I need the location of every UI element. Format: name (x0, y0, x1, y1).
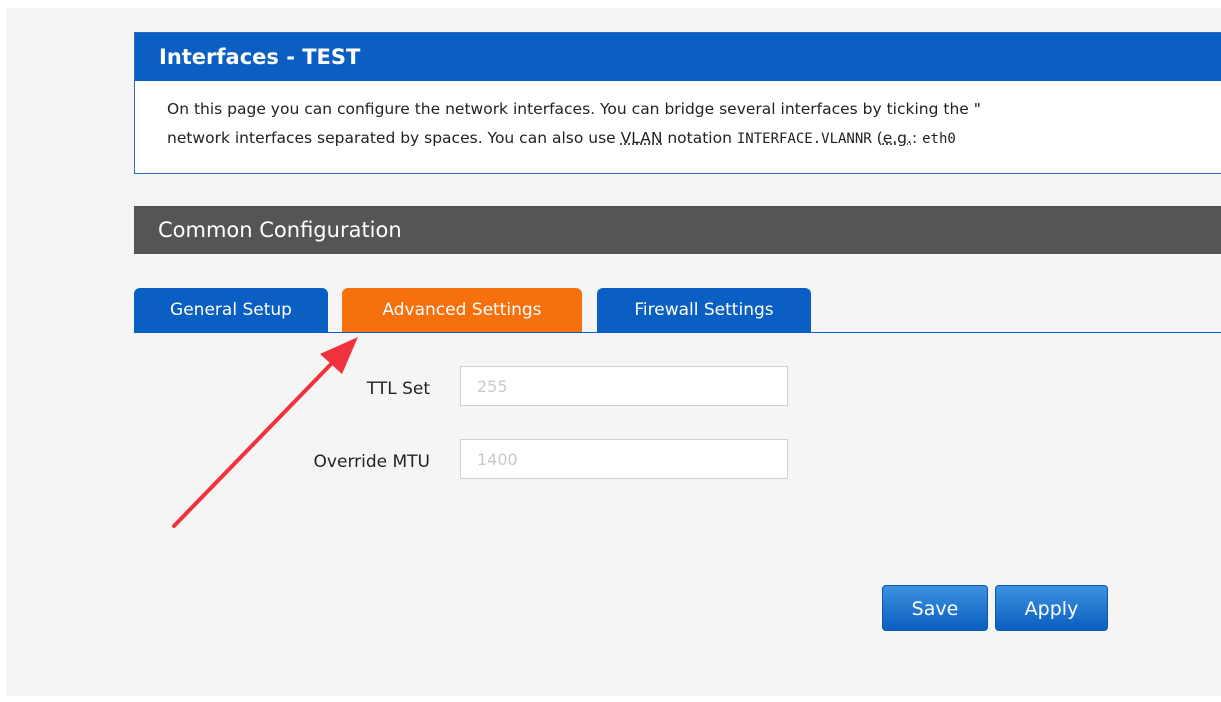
tab-general-setup[interactable]: General Setup (134, 288, 328, 332)
example-abbreviation: e.g. (882, 129, 912, 147)
override-mtu-label: Override MTU (313, 452, 430, 472)
config-tabs: General Setup Advanced Settings Firewall… (134, 288, 1221, 333)
override-mtu-input[interactable] (460, 439, 788, 479)
page-title: Interfaces - TEST (135, 33, 1221, 81)
description-line-2-prefix: network interfaces separated by spaces. … (167, 129, 621, 147)
example-interface-code: eth0 (922, 131, 956, 147)
description-notation-text: notation (662, 129, 737, 147)
vlan-notation-code: INTERFACE.VLANNR (736, 131, 872, 147)
tab-firewall-settings[interactable]: Firewall Settings (597, 288, 811, 332)
tab-advanced-settings[interactable]: Advanced Settings (342, 288, 582, 332)
description-colon: : (911, 129, 923, 147)
page-description: On this page you can configure the netwo… (167, 95, 1221, 154)
description-line-2: network interfaces separated by spaces. … (167, 124, 1221, 154)
save-button[interactable]: Save (882, 585, 988, 631)
override-mtu-row: Override MTU (156, 441, 430, 483)
interfaces-info-panel: Interfaces - TEST On this page you can c… (134, 32, 1221, 174)
section-common-configuration: Common Configuration (134, 206, 1221, 254)
ttl-set-label: TTL Set (366, 379, 430, 399)
ttl-set-input[interactable] (460, 366, 788, 406)
apply-button[interactable]: Apply (995, 585, 1108, 631)
vlan-abbreviation: VLAN (620, 129, 663, 147)
page-canvas: Interfaces - TEST On this page you can c… (6, 8, 1221, 696)
description-paren: ( (871, 129, 883, 147)
ttl-set-row: TTL Set (156, 368, 430, 410)
description-line-1: On this page you can configure the netwo… (167, 100, 981, 118)
